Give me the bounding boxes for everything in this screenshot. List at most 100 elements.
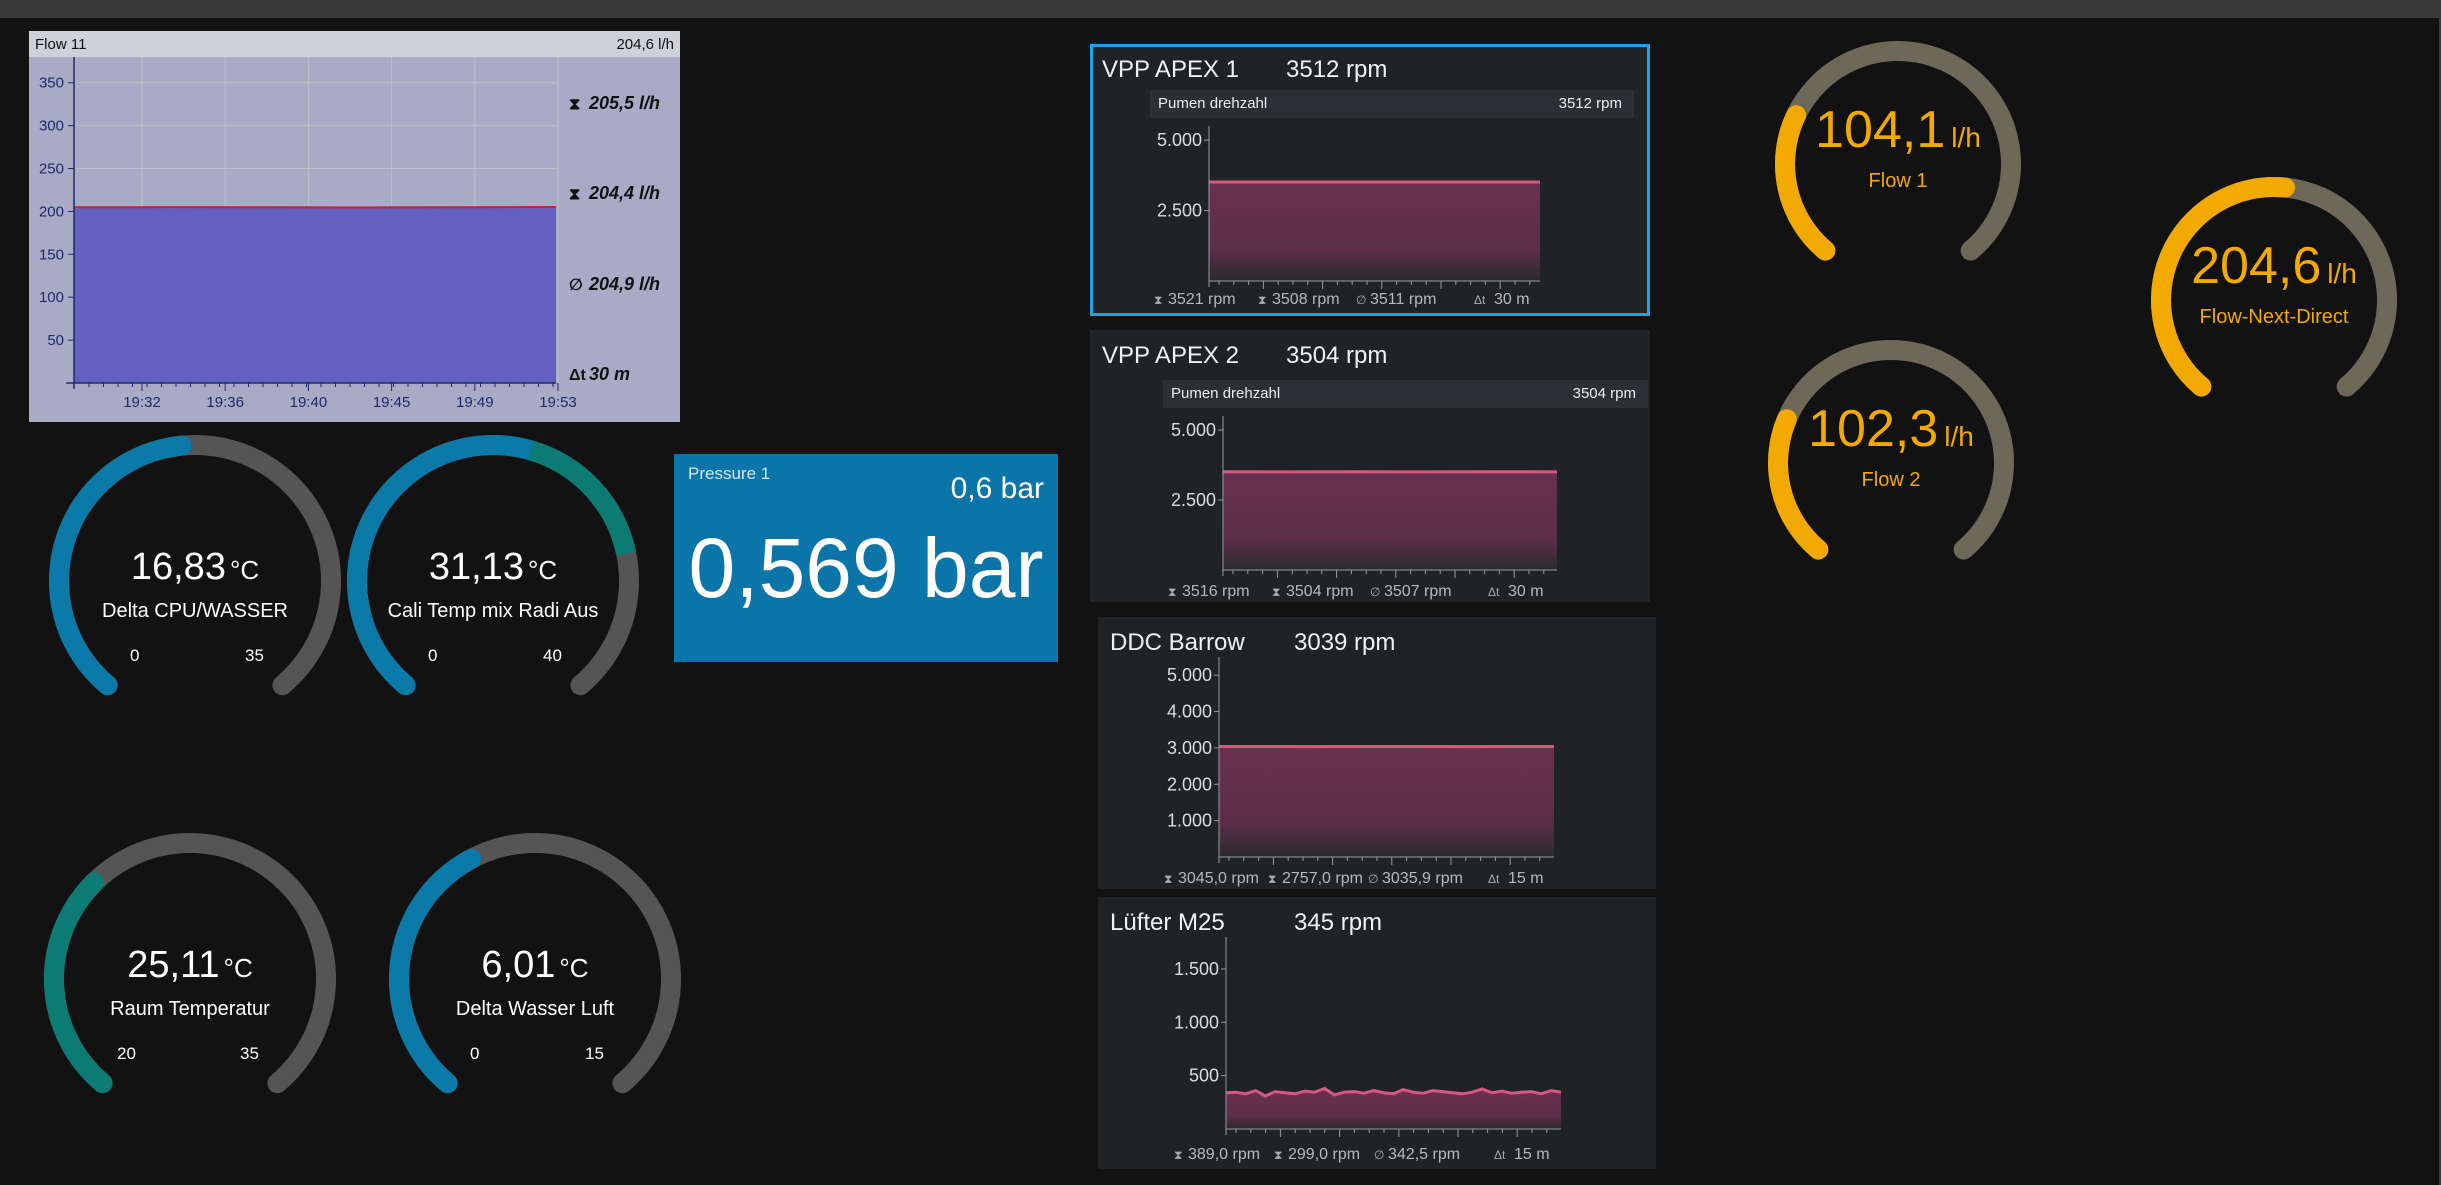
max-icon: ⧗ — [1168, 585, 1176, 599]
y-tick-label: 4.000 — [1167, 702, 1212, 722]
gauge-value: 204,6 — [2191, 237, 2322, 295]
rpm-stat-value: 30 m — [1508, 583, 1544, 600]
max-icon: ⧗ — [1154, 293, 1162, 307]
pressure-value: 0,569 bar — [688, 521, 1044, 615]
pressure-tile[interactable]: Pressure 1 0,6 bar 0,569 bar — [674, 454, 1058, 662]
gauge-min: 20 — [117, 1044, 136, 1063]
gauge-arc — [1768, 340, 2014, 560]
y-tick-label: 100 — [39, 289, 64, 306]
gauge-unit: °C — [559, 953, 589, 983]
flow-gauge-flow-2: 102,3 l/h Flow 2 — [1757, 329, 2025, 597]
rpm-chart: 2.500 5.000 ⧗ 3521 rpm ⧗ 3508 rpm ∅ 3511 rpm Δt 3… — [1154, 126, 1540, 308]
y-tick-label: 2.500 — [1157, 201, 1202, 221]
x-tick-label: 19:49 — [456, 394, 494, 411]
gauge-label: Raum Temperatur — [110, 998, 270, 1020]
gauge-delta-cpu-wasser: 16,83 °C Delta CPU/WASSER 0 35 — [40, 426, 350, 736]
rpm-chart: 500 1.000 1.500 ⧗ 389,0 rpm ⧗ 299,0 rpm ∅ 342,5 … — [1174, 937, 1562, 1163]
gauge-label: Flow-Next-Direct — [2199, 306, 2349, 328]
rpm-stat-value: 15 m — [1514, 1146, 1550, 1163]
y-tick-label: 300 — [39, 118, 64, 135]
y-tick-label: 200 — [39, 203, 64, 220]
gauge-max: 35 — [240, 1044, 259, 1063]
min-arrow-icon: ⧗ — [569, 186, 580, 203]
rpm-panel-ddc-barrow[interactable]: DDC Barrow 3039 rpm 1.000 2.000 3.000 4.000 5… — [1098, 617, 1656, 889]
gauge-label: Cali Temp mix Radi Aus — [387, 600, 599, 622]
gauge-value: 16,83 — [130, 546, 226, 588]
flow11-stat-value: 205,5 l/h — [588, 93, 660, 113]
average-icon: ∅ — [569, 277, 583, 294]
max-arrow-icon: ⧗ — [569, 96, 580, 113]
gauge-unit: °C — [527, 555, 558, 585]
y-tick-label: 3.000 — [1167, 738, 1212, 758]
rpm-chart: 1.000 2.000 3.000 4.000 5.000 ⧗ 3045,0 rpm ⧗ 275… — [1164, 657, 1555, 887]
y-tick-label: 2.000 — [1167, 774, 1212, 794]
flow11-stat-value: 30 m — [589, 364, 630, 384]
flow11-chart: 50 100 150 200 250 300 350 19:32 19:36 19:40 19:45… — [39, 57, 660, 411]
pressure-title: Pressure 1 — [688, 464, 771, 483]
gauge-delta-wasser-luft: 6,01 °C Delta Wasser Luft 0 15 — [380, 824, 690, 1134]
top-bar — [0, 0, 2441, 18]
gauge-value: 104,1 — [1815, 101, 1946, 159]
gauge-max: 40 — [543, 646, 562, 665]
gauge-value: 102,3 — [1808, 400, 1939, 458]
gauge-unit: °C — [229, 555, 260, 585]
time-range-icon: Δt — [1488, 872, 1500, 886]
gauge-label: Delta Wasser Luft — [455, 998, 615, 1020]
gauge-value: 25,11 — [127, 944, 220, 986]
average-icon: ∅ — [1368, 872, 1378, 886]
x-tick-label: 19:45 — [373, 394, 411, 411]
rpm-stat-value: 3045,0 rpm — [1178, 870, 1259, 887]
gauge-unit: l/h — [2327, 258, 2357, 289]
y-tick-label: 5.000 — [1171, 420, 1216, 440]
gauge-unit: l/h — [1951, 122, 1981, 153]
gauge-label: Delta CPU/WASSER — [102, 600, 288, 622]
min-icon: ⧗ — [1274, 1148, 1282, 1162]
rpm-stat-value: 3504 rpm — [1286, 583, 1354, 600]
average-icon: ∅ — [1374, 1148, 1384, 1162]
rpm-stat-value: 3521 rpm — [1168, 291, 1236, 308]
rpm-panel-vpp-apex-1[interactable]: VPP APEX 1 3512 rpm Pumen drehzahl 3512 rp… — [1090, 44, 1650, 316]
y-tick-label: 500 — [1189, 1066, 1219, 1086]
rpm-stat-value: 3035,9 rpm — [1382, 870, 1463, 887]
x-tick-label: 19:36 — [206, 394, 244, 411]
gauge-max: 35 — [245, 646, 264, 665]
gauge-min: 0 — [130, 646, 140, 665]
gauge-min: 0 — [470, 1044, 480, 1063]
flow-area — [74, 207, 556, 383]
rpm-stat-value: 299,0 rpm — [1288, 1146, 1360, 1163]
rpm-stat-value: 342,5 rpm — [1388, 1146, 1460, 1163]
average-icon: ∅ — [1356, 293, 1366, 307]
flow11-chart-panel[interactable]: Flow 11 204,6 l/h 50 100 150 200 250 300 350 19… — [29, 31, 680, 422]
gauge-raum-temperatur: 25,11 °C Raum Temperatur 20 35 — [35, 824, 345, 1134]
rpm-stat-value: 3507 rpm — [1384, 583, 1452, 600]
gauge-cali-temp-mix: 31,13 °C Cali Temp mix Radi Aus 0 40 — [338, 426, 648, 736]
x-tick-label: 19:40 — [290, 394, 328, 411]
rpm-stat-value: 3516 rpm — [1182, 583, 1250, 600]
y-tick-label: 1.000 — [1174, 1012, 1219, 1032]
time-range-icon: Δt — [1488, 585, 1500, 599]
y-tick-label: 2.500 — [1171, 490, 1216, 510]
y-tick-label: 150 — [39, 246, 64, 263]
gauge-label: Flow 1 — [1868, 170, 1928, 192]
rpm-panel-vpp-apex-2[interactable]: VPP APEX 2 3504 rpm Pumen drehzahl 3504 rp… — [1090, 330, 1650, 602]
x-tick-label: 19:32 — [123, 394, 161, 411]
max-icon: ⧗ — [1174, 1148, 1182, 1162]
y-tick-label: 350 — [39, 75, 64, 92]
rpm-panel-luefter-m25[interactable]: Lüfter M25 345 rpm 500 1.000 1.500 ⧗ 389,0 rp… — [1098, 897, 1656, 1169]
pressure-setpoint: 0,6 bar — [950, 472, 1044, 505]
x-tick-label: 19:53 — [539, 394, 577, 411]
gauge-value: 6,01 — [481, 944, 556, 986]
rpm-stat-value: 389,0 rpm — [1188, 1146, 1260, 1163]
rpm-stat-value: 3508 rpm — [1272, 291, 1340, 308]
y-tick-label: 1.500 — [1174, 959, 1219, 979]
gauge-value-arc — [528, 440, 637, 556]
rpm-stat-value: 2757,0 rpm — [1282, 870, 1363, 887]
gauge-arc — [2151, 177, 2397, 397]
time-range-icon: Δt — [1474, 293, 1486, 307]
gauge-unit: °C — [223, 953, 253, 983]
y-tick-label: 1.000 — [1167, 811, 1212, 831]
y-tick-label: 5.000 — [1167, 665, 1212, 685]
rpm-stat-value: 15 m — [1508, 870, 1544, 887]
rpm-chart: 2.500 5.000 ⧗ 3516 rpm ⧗ 3504 rpm ∅ 3507 rpm Δt 3… — [1168, 416, 1558, 600]
flow-gauge-flow-1: 104,1 l/h Flow 1 — [1764, 30, 2032, 298]
